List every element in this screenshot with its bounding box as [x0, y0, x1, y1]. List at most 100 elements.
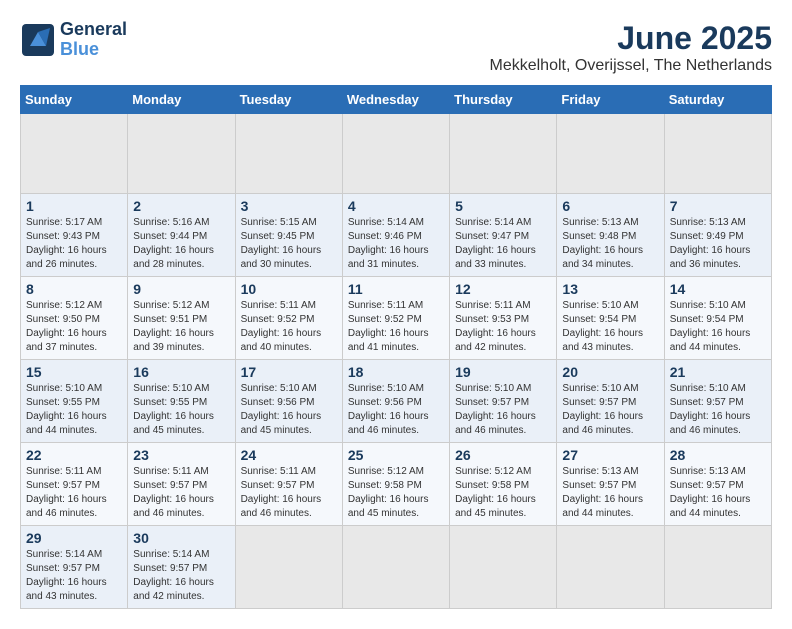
- day-cell: 13 Sunrise: 5:10 AM Sunset: 9:54 PM Dayl…: [557, 277, 664, 360]
- day-number: 28: [670, 447, 766, 463]
- day-number: 15: [26, 364, 122, 380]
- daylight-minutes: and 37 minutes.: [26, 342, 97, 353]
- daylight-label: Daylight: 16 hours: [348, 245, 429, 256]
- sunset-label: Sunset: 9:45 PM: [241, 231, 315, 242]
- header-day-friday: Friday: [557, 86, 664, 114]
- sunrise-label: Sunrise: 5:17 AM: [26, 217, 102, 228]
- daylight-label: Daylight: 16 hours: [670, 494, 751, 505]
- day-cell: 9 Sunrise: 5:12 AM Sunset: 9:51 PM Dayli…: [128, 277, 235, 360]
- daylight-label: Daylight: 16 hours: [133, 411, 214, 422]
- day-info: Sunrise: 5:11 AM Sunset: 9:53 PM Dayligh…: [455, 299, 551, 355]
- daylight-label: Daylight: 16 hours: [670, 328, 751, 339]
- sunset-label: Sunset: 9:43 PM: [26, 231, 100, 242]
- day-cell: [557, 114, 664, 194]
- day-cell: 29 Sunrise: 5:14 AM Sunset: 9:57 PM Dayl…: [21, 526, 128, 609]
- sunset-label: Sunset: 9:58 PM: [348, 480, 422, 491]
- day-cell: [450, 526, 557, 609]
- daylight-minutes: and 45 minutes.: [241, 425, 312, 436]
- daylight-label: Daylight: 16 hours: [348, 494, 429, 505]
- day-cell: 5 Sunrise: 5:14 AM Sunset: 9:47 PM Dayli…: [450, 194, 557, 277]
- daylight-label: Daylight: 16 hours: [670, 245, 751, 256]
- daylight-label: Daylight: 16 hours: [133, 577, 214, 588]
- daylight-minutes: and 45 minutes.: [348, 508, 419, 519]
- sunrise-label: Sunrise: 5:12 AM: [26, 300, 102, 311]
- sunset-label: Sunset: 9:49 PM: [670, 231, 744, 242]
- daylight-label: Daylight: 16 hours: [26, 245, 107, 256]
- daylight-label: Daylight: 16 hours: [26, 577, 107, 588]
- daylight-label: Daylight: 16 hours: [26, 328, 107, 339]
- sunset-label: Sunset: 9:57 PM: [26, 480, 100, 491]
- day-cell: [557, 526, 664, 609]
- sunrise-label: Sunrise: 5:11 AM: [455, 300, 530, 311]
- daylight-minutes: and 41 minutes.: [348, 342, 419, 353]
- day-info: Sunrise: 5:16 AM Sunset: 9:44 PM Dayligh…: [133, 216, 229, 272]
- daylight-label: Daylight: 16 hours: [562, 328, 643, 339]
- daylight-minutes: and 46 minutes.: [26, 508, 97, 519]
- calendar-table: SundayMondayTuesdayWednesdayThursdayFrid…: [20, 85, 772, 609]
- daylight-minutes: and 44 minutes.: [26, 425, 97, 436]
- day-info: Sunrise: 5:10 AM Sunset: 9:54 PM Dayligh…: [562, 299, 658, 355]
- logo-line1: General: [60, 20, 127, 40]
- day-number: 5: [455, 198, 551, 214]
- day-cell: 17 Sunrise: 5:10 AM Sunset: 9:56 PM Dayl…: [235, 360, 342, 443]
- day-number: 3: [241, 198, 337, 214]
- sunset-label: Sunset: 9:57 PM: [241, 480, 315, 491]
- sunrise-label: Sunrise: 5:13 AM: [562, 466, 638, 477]
- day-cell: 16 Sunrise: 5:10 AM Sunset: 9:55 PM Dayl…: [128, 360, 235, 443]
- day-info: Sunrise: 5:14 AM Sunset: 9:46 PM Dayligh…: [348, 216, 444, 272]
- daylight-minutes: and 45 minutes.: [133, 425, 204, 436]
- day-cell: [342, 114, 449, 194]
- daylight-minutes: and 43 minutes.: [26, 591, 97, 602]
- sunset-label: Sunset: 9:50 PM: [26, 314, 100, 325]
- daylight-minutes: and 36 minutes.: [670, 259, 741, 270]
- day-number: 16: [133, 364, 229, 380]
- day-info: Sunrise: 5:10 AM Sunset: 9:56 PM Dayligh…: [241, 382, 337, 438]
- day-info: Sunrise: 5:11 AM Sunset: 9:52 PM Dayligh…: [241, 299, 337, 355]
- daylight-minutes: and 26 minutes.: [26, 259, 97, 270]
- day-info: Sunrise: 5:11 AM Sunset: 9:52 PM Dayligh…: [348, 299, 444, 355]
- day-number: 1: [26, 198, 122, 214]
- sunrise-label: Sunrise: 5:10 AM: [455, 383, 531, 394]
- day-cell: 6 Sunrise: 5:13 AM Sunset: 9:48 PM Dayli…: [557, 194, 664, 277]
- daylight-minutes: and 40 minutes.: [241, 342, 312, 353]
- week-row-1: 1 Sunrise: 5:17 AM Sunset: 9:43 PM Dayli…: [21, 194, 772, 277]
- day-info: Sunrise: 5:13 AM Sunset: 9:49 PM Dayligh…: [670, 216, 766, 272]
- day-info: Sunrise: 5:14 AM Sunset: 9:57 PM Dayligh…: [133, 548, 229, 604]
- sunrise-label: Sunrise: 5:10 AM: [26, 383, 102, 394]
- sunrise-label: Sunrise: 5:10 AM: [670, 383, 746, 394]
- day-info: Sunrise: 5:10 AM Sunset: 9:57 PM Dayligh…: [670, 382, 766, 438]
- daylight-minutes: and 39 minutes.: [133, 342, 204, 353]
- daylight-minutes: and 46 minutes.: [562, 425, 633, 436]
- daylight-label: Daylight: 16 hours: [670, 411, 751, 422]
- sunset-label: Sunset: 9:57 PM: [562, 397, 636, 408]
- day-info: Sunrise: 5:11 AM Sunset: 9:57 PM Dayligh…: [133, 465, 229, 521]
- daylight-minutes: and 46 minutes.: [455, 425, 526, 436]
- day-cell: 24 Sunrise: 5:11 AM Sunset: 9:57 PM Dayl…: [235, 443, 342, 526]
- daylight-label: Daylight: 16 hours: [133, 245, 214, 256]
- sunrise-label: Sunrise: 5:10 AM: [241, 383, 317, 394]
- day-info: Sunrise: 5:14 AM Sunset: 9:47 PM Dayligh…: [455, 216, 551, 272]
- day-info: Sunrise: 5:10 AM Sunset: 9:55 PM Dayligh…: [26, 382, 122, 438]
- day-cell: 12 Sunrise: 5:11 AM Sunset: 9:53 PM Dayl…: [450, 277, 557, 360]
- day-cell: 26 Sunrise: 5:12 AM Sunset: 9:58 PM Dayl…: [450, 443, 557, 526]
- day-number: 23: [133, 447, 229, 463]
- day-number: 7: [670, 198, 766, 214]
- day-info: Sunrise: 5:11 AM Sunset: 9:57 PM Dayligh…: [241, 465, 337, 521]
- sunset-label: Sunset: 9:52 PM: [241, 314, 315, 325]
- daylight-minutes: and 30 minutes.: [241, 259, 312, 270]
- day-cell: [342, 526, 449, 609]
- daylight-label: Daylight: 16 hours: [455, 411, 536, 422]
- day-number: 17: [241, 364, 337, 380]
- day-cell: 22 Sunrise: 5:11 AM Sunset: 9:57 PM Dayl…: [21, 443, 128, 526]
- header-day-thursday: Thursday: [450, 86, 557, 114]
- daylight-label: Daylight: 16 hours: [241, 245, 322, 256]
- sunset-label: Sunset: 9:48 PM: [562, 231, 636, 242]
- day-cell: [450, 114, 557, 194]
- daylight-minutes: and 28 minutes.: [133, 259, 204, 270]
- daylight-minutes: and 44 minutes.: [670, 508, 741, 519]
- daylight-minutes: and 43 minutes.: [562, 342, 633, 353]
- day-number: 18: [348, 364, 444, 380]
- day-cell: 23 Sunrise: 5:11 AM Sunset: 9:57 PM Dayl…: [128, 443, 235, 526]
- sunset-label: Sunset: 9:56 PM: [241, 397, 315, 408]
- header-day-wednesday: Wednesday: [342, 86, 449, 114]
